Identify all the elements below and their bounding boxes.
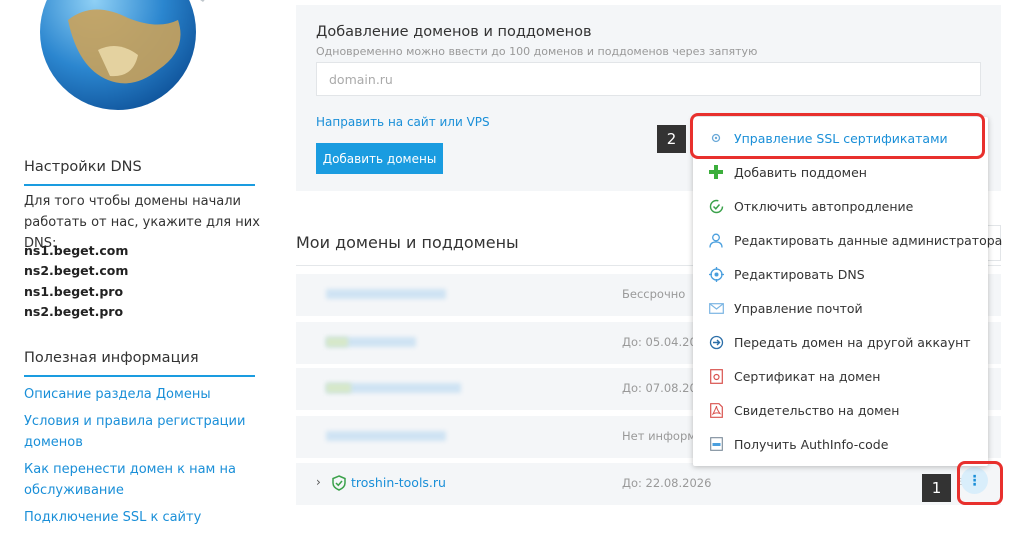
- transfer-icon: [708, 334, 724, 350]
- ns-item: ns2.beget.com: [24, 263, 129, 278]
- useful-info-title: Полезная информация: [24, 350, 199, 366]
- add-domains-subtitle: Одновременно можно ввести до 100 доменов…: [316, 45, 758, 58]
- blurred-icon: [326, 383, 351, 393]
- domain-actions-menu: Управление SSL сертификатами Добавить по…: [693, 117, 1002, 466]
- menu-item-label: Редактировать данные администратора: [734, 232, 1003, 248]
- menu-item-edit-admin[interactable]: Редактировать данные администратора: [693, 224, 1002, 256]
- menu-item-domain-certificate[interactable]: Сертификат на домен: [693, 360, 988, 392]
- domain-input[interactable]: [316, 62, 981, 96]
- blurred-domain: [326, 289, 446, 299]
- globe-keys-logo-icon: [40, 0, 205, 110]
- mail-icon: [708, 300, 724, 316]
- dns-title-divider: [24, 184, 255, 186]
- menu-item-authinfo[interactable]: Получить AuthInfo-code: [693, 428, 988, 460]
- plus-icon: [708, 164, 724, 180]
- ns-item: ns1.beget.pro: [24, 284, 124, 299]
- step-badge-2: 2: [657, 125, 686, 153]
- dns-target-icon: [708, 266, 724, 282]
- menu-item-label: Управление SSL сертификатами: [734, 130, 948, 146]
- chevron-right-icon[interactable]: ›: [316, 475, 321, 489]
- step-badge-1: 1: [922, 474, 951, 502]
- ns-item: ns2.beget.pro: [24, 304, 124, 319]
- user-icon: [708, 232, 724, 248]
- link-registration-rules[interactable]: Условия и правила регистрации доменов: [24, 411, 254, 453]
- expiry-date: До: 22.08.2026: [622, 476, 712, 490]
- sidebar: Настройки DNS Для того чтобы домены нача…: [0, 0, 270, 551]
- autorenew-check-icon: [708, 198, 724, 214]
- ns-item: ns1.beget.com: [24, 243, 129, 258]
- table-row[interactable]: › troshin-tools.ru До: 22.08.2026 Вкл: [296, 463, 1001, 505]
- menu-item-add-subdomain[interactable]: Добавить поддомен: [693, 156, 988, 188]
- dns-settings-title: Настройки DNS: [24, 159, 142, 175]
- menu-item-label: Добавить поддомен: [734, 164, 867, 180]
- certificate-icon: [708, 368, 724, 384]
- row-actions-kebab-button[interactable]: ⋮: [961, 467, 988, 494]
- pdf-icon: [708, 402, 724, 418]
- menu-item-label: Сертификат на домен: [734, 368, 881, 384]
- menu-item-ssl[interactable]: Управление SSL сертификатами: [693, 122, 988, 154]
- shield-check-icon: [332, 475, 346, 491]
- add-domains-button[interactable]: Добавить домены: [316, 143, 443, 174]
- menu-item-edit-dns[interactable]: Редактировать DNS: [693, 258, 988, 290]
- menu-item-label: Получить AuthInfo-code: [734, 436, 889, 452]
- menu-item-mail[interactable]: Управление почтой: [693, 292, 988, 324]
- domain-link[interactable]: troshin-tools.ru: [351, 475, 446, 490]
- add-domains-title: Добавление доменов и поддоменов: [316, 24, 592, 40]
- useful-info-divider: [24, 375, 255, 377]
- expiry-date: Бессрочно: [622, 287, 686, 301]
- menu-item-label: Передать домен на другой аккаунт: [734, 334, 971, 350]
- direct-to-site-link[interactable]: Направить на сайт или VPS: [316, 115, 490, 129]
- menu-item-label: Управление почтой: [734, 300, 863, 316]
- menu-item-transfer-domain[interactable]: Передать домен на другой аккаунт: [693, 326, 988, 358]
- my-domains-title: Мои домены и поддомены: [296, 233, 519, 252]
- link-domains-description[interactable]: Описание раздела Домены: [24, 384, 254, 405]
- menu-item-label: Отключить автопродление: [734, 198, 914, 214]
- menu-item-disable-autorenew[interactable]: Отключить автопродление: [693, 190, 988, 222]
- menu-item-label: Редактировать DNS: [734, 266, 865, 282]
- menu-item-domain-testimony[interactable]: Свидетельство на домен: [693, 394, 988, 426]
- blurred-icon: [326, 337, 348, 347]
- link-transfer-domain[interactable]: Как перенести домен к нам на обслуживани…: [24, 459, 254, 501]
- authinfo-icon: [708, 436, 724, 452]
- menu-item-label: Свидетельство на домен: [734, 402, 900, 418]
- blurred-domain: [326, 431, 446, 441]
- ssl-icon: [708, 130, 724, 146]
- link-ssl-connect[interactable]: Подключение SSL к сайту: [24, 507, 254, 528]
